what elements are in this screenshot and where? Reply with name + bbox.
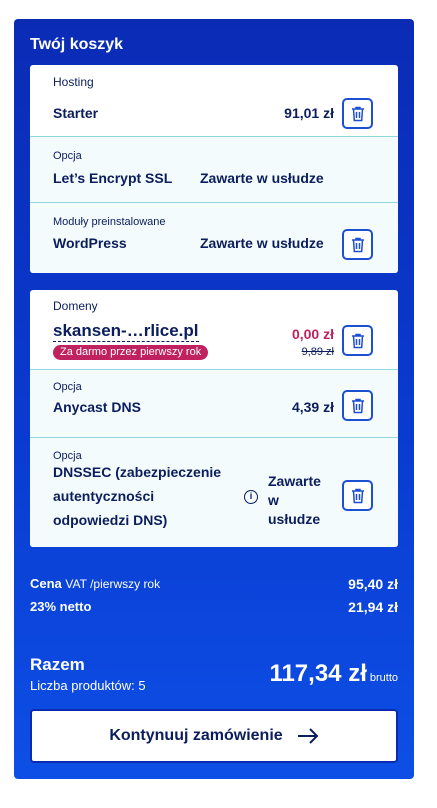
remove-wordpress-button[interactable] <box>342 229 373 260</box>
ssl-option-label: Opcja <box>53 150 82 162</box>
info-icon[interactable]: i <box>244 490 258 504</box>
anycast-option-price: 4,39 zł <box>291 399 334 415</box>
cart-panel: Twój koszyk Hosting Starter 91,01 zł Opc… <box>14 19 414 779</box>
vat-label: 23% netto <box>30 599 92 614</box>
trash-icon <box>351 333 364 348</box>
dnssec-status-line2: w <box>268 492 279 508</box>
domains-section-label: Domeny <box>53 299 98 313</box>
hosting-card: Hosting Starter 91,01 zł Opcja Let’s Enc… <box>30 65 398 273</box>
cart-title: Twój koszyk <box>30 36 124 53</box>
ssl-option-row: Opcja Let’s Encrypt SSL Zawarte w usłudz… <box>30 136 398 202</box>
arrow-right-icon <box>297 728 319 744</box>
dnssec-status-line3: usłudze <box>268 511 321 527</box>
anycast-option-row: Opcja Anycast DNS 4,39 zł <box>30 369 398 437</box>
remove-domain-button[interactable] <box>342 325 373 356</box>
continue-order-label: Kontynuuj zamówienie <box>109 727 283 744</box>
trash-icon <box>351 237 364 252</box>
dnssec-name-line1: DNSSEC (zabezpieczenie <box>53 464 222 480</box>
hosting-plan-name: Starter <box>53 105 99 121</box>
dnssec-name-line2: autentyczności <box>53 488 155 504</box>
remove-dnssec-button[interactable] <box>342 480 373 511</box>
total-value: 117,34 zł brutto <box>269 660 398 688</box>
price-note: VAT /pierwszy rok <box>65 577 161 591</box>
preinstalled-module-name: WordPress <box>53 235 127 251</box>
hosting-plan-price: 91,01 zł <box>284 105 334 121</box>
total-suffix: brutto <box>369 672 398 684</box>
dnssec-name-line3: odpowiedzi DNS) <box>53 512 168 528</box>
preinstalled-module-status: Zawarte w usłudze <box>200 235 324 251</box>
domain-promo-price: 0,00 zł <box>291 326 334 342</box>
hosting-section-label: Hosting <box>53 75 94 89</box>
continue-order-button[interactable]: Kontynuuj zamówienie <box>30 709 398 763</box>
vat-value: 21,94 zł <box>348 599 398 615</box>
ssl-option-status: Zawarte w usłudze <box>200 170 324 186</box>
trash-icon <box>351 398 364 413</box>
domains-card: Domeny skansen-…rlice.pl Za darmo przez … <box>30 290 398 547</box>
preinstalled-module-row: Moduły preinstalowane WordPress Zawarte … <box>30 202 398 273</box>
trash-icon <box>351 106 364 121</box>
total-amount: 117,34 zł <box>269 660 367 687</box>
anycast-option-name: Anycast DNS <box>53 399 141 415</box>
dnssec-option-row: Opcja DNSSEC (zabezpieczenie autentyczno… <box>30 437 398 547</box>
remove-anycast-button[interactable] <box>342 390 373 421</box>
product-count: Liczba produktów: 5 <box>30 678 146 693</box>
trash-icon <box>351 488 364 503</box>
domain-name[interactable]: skansen-…rlice.pl <box>53 321 199 342</box>
total-label: Razem <box>30 655 85 674</box>
dnssec-status-line1: Zawarte <box>268 473 321 489</box>
price-summary-label: Cena VAT /pierwszy rok <box>30 576 160 591</box>
domain-old-price: 9,89 zł <box>301 346 334 358</box>
anycast-option-label: Opcja <box>53 381 82 393</box>
promo-badge: Za darmo przez pierwszy rok <box>53 345 209 360</box>
remove-hosting-button[interactable] <box>342 98 373 129</box>
ssl-option-name: Let’s Encrypt SSL <box>53 170 173 186</box>
price-value: 95,40 zł <box>348 576 398 592</box>
price-label: Cena <box>30 576 62 591</box>
preinstalled-module-label: Moduły preinstalowane <box>53 216 166 228</box>
